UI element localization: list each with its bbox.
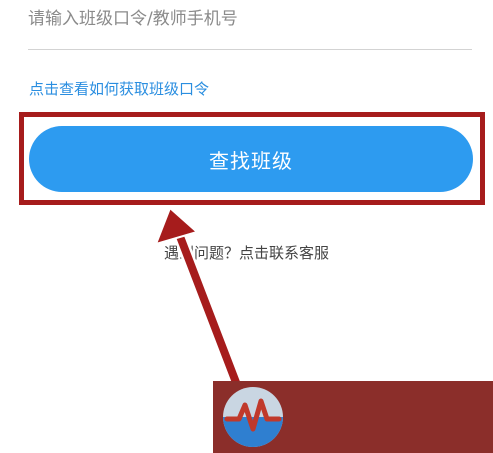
- watermark-panel: [213, 381, 493, 453]
- heartbeat-logo-icon: [223, 387, 283, 447]
- how-to-get-code-link[interactable]: 点击查看如何获取班级口令: [29, 78, 209, 99]
- support-prompt: 遇到问题？点击联系客服: [0, 242, 493, 263]
- contact-support-link[interactable]: 点击联系客服: [239, 244, 329, 262]
- class-code-input[interactable]: [28, 4, 472, 34]
- class-search-screen: 点击查看如何获取班级口令 查找班级 遇到问题？点击联系客服: [0, 0, 493, 453]
- question-label: 遇到问题？: [163, 244, 239, 262]
- annotation-highlight-box: [19, 112, 485, 205]
- class-code-field: [28, 0, 472, 50]
